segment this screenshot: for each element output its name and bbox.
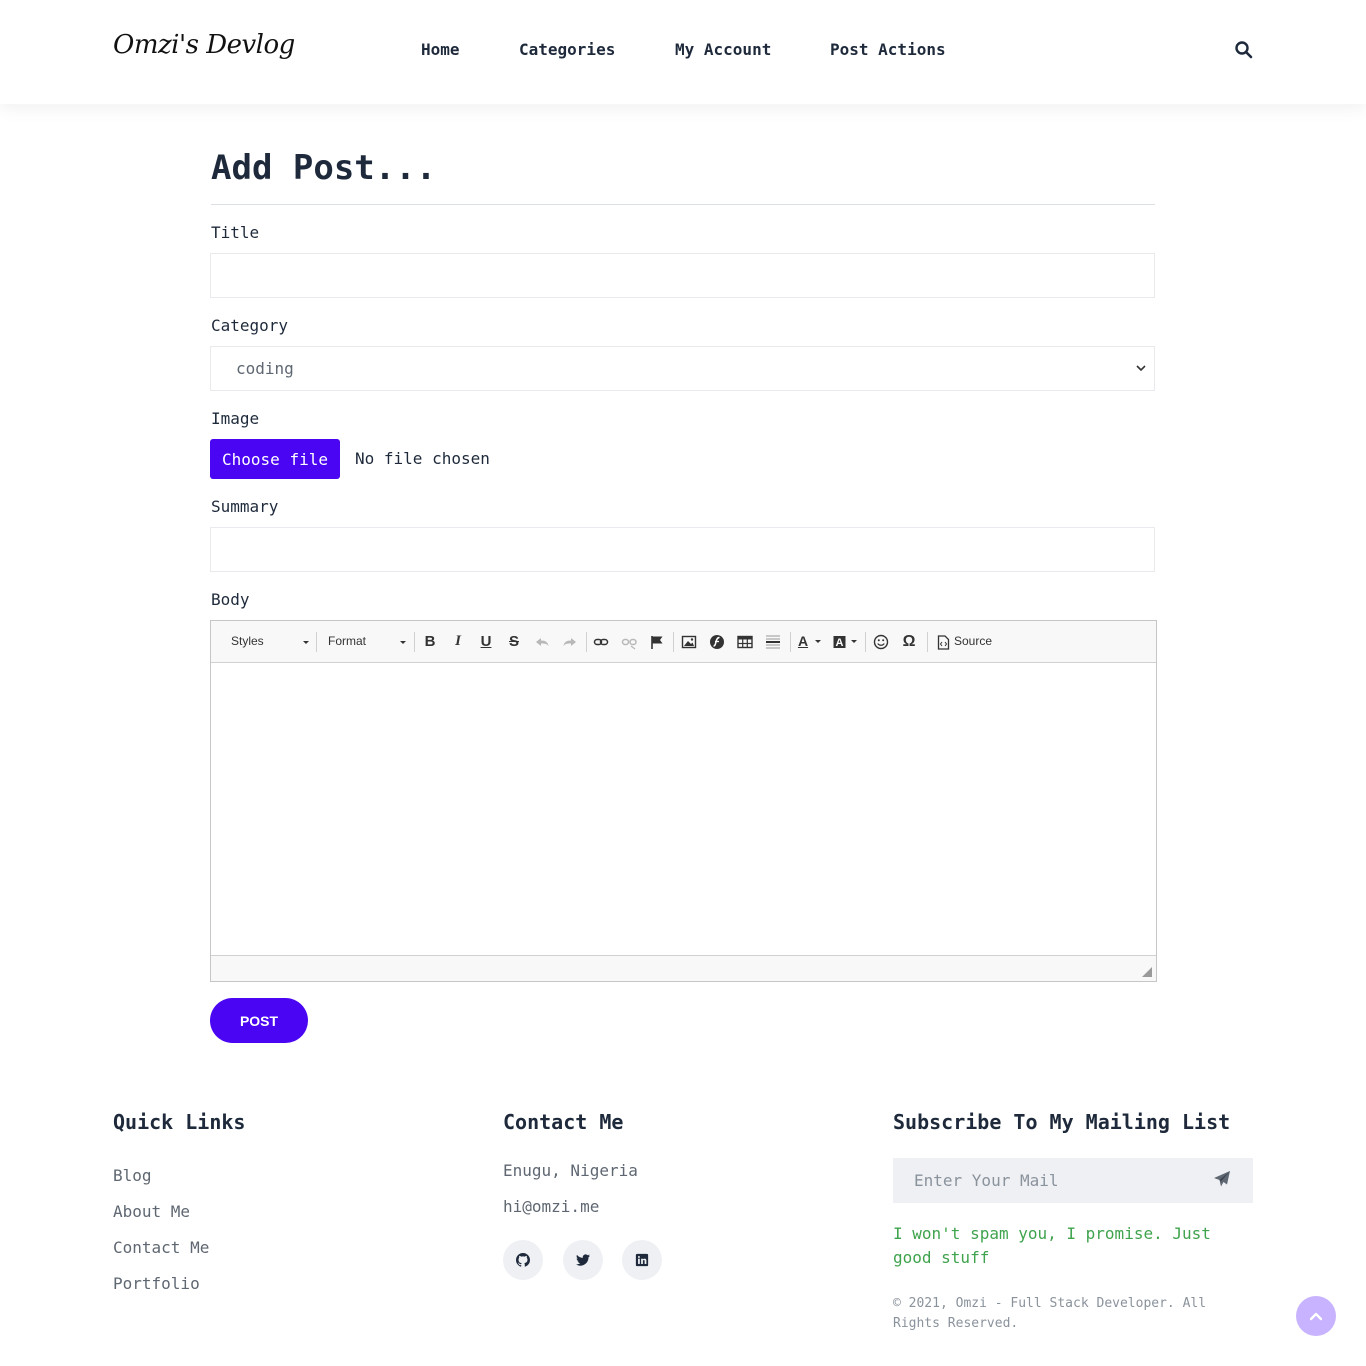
editor-status-bar [211,955,1156,981]
title-label: Title [211,223,260,242]
contact-email[interactable]: hi@omzi.me [503,1197,599,1216]
footer-link-portfolio[interactable]: Portfolio [113,1274,200,1293]
mail-input[interactable] [893,1158,1203,1203]
svg-text:A: A [836,637,844,649]
special-char-omega-icon[interactable]: Ω [897,630,921,654]
toolbar-separator [673,632,674,652]
bold-icon[interactable]: B [418,630,442,654]
caret-down-icon [815,640,821,643]
footer-link-about-me[interactable]: About Me [113,1202,190,1221]
twitter-icon[interactable] [563,1240,603,1280]
format-label: Format [328,634,367,648]
nav-categories[interactable]: Categories [519,40,615,59]
horizontal-rule-icon[interactable] [761,630,785,654]
table-icon[interactable] [733,630,757,654]
smiley-icon[interactable] [869,630,893,654]
contact-location: Enugu, Nigeria [503,1161,638,1180]
footer-link-contact-me[interactable]: Contact Me [113,1238,209,1257]
flash-icon[interactable] [705,630,729,654]
nav-my-account[interactable]: My Account [675,40,771,59]
source-button[interactable]: Source [933,630,995,654]
source-label: Source [954,634,993,648]
summary-label: Summary [211,497,279,516]
subscribe-promise: I won't spam you, I promise. Just good s… [893,1224,1211,1267]
chevron-up-icon [1309,1312,1323,1321]
post-button[interactable]: POST [210,998,308,1043]
anchor-flag-icon[interactable] [645,630,669,654]
background-color-icon[interactable]: A [830,630,862,654]
image-icon[interactable] [677,630,701,654]
resize-handle-icon[interactable] [1142,967,1152,977]
back-to-top-button[interactable] [1296,1296,1336,1336]
format-dropdown[interactable]: Format [318,631,408,653]
italic-icon[interactable]: I [446,630,470,654]
category-selected-value: coding [236,359,294,378]
site-header: Omzi's Devlog Home Categories My Account… [0,0,1366,104]
summary-input[interactable] [210,527,1155,572]
caret-down-icon [303,641,309,644]
styles-dropdown[interactable]: Styles [221,631,311,653]
toolbar-separator [316,632,317,652]
toolbar-separator [927,632,928,652]
redo-icon[interactable] [558,630,582,654]
toolbar-separator [790,632,791,652]
choose-file-button[interactable]: Choose file [210,439,340,479]
chevron-down-icon [1136,365,1146,372]
toolbar-separator [865,632,866,652]
styles-label: Styles [231,634,264,648]
category-label: Category [211,316,289,335]
unlink-icon[interactable] [617,630,641,654]
editor-content-area[interactable] [211,664,1156,955]
paper-plane-icon[interactable] [1213,1170,1237,1192]
file-status: No file chosen [355,449,490,468]
linkedin-icon[interactable] [622,1240,662,1280]
title-input[interactable] [210,253,1155,298]
caret-down-icon [400,641,406,644]
body-label: Body [211,590,250,609]
title-divider [211,204,1155,205]
page-title: Add Post... [211,148,437,188]
search-icon[interactable] [1234,40,1256,62]
footer-link-blog[interactable]: Blog [113,1166,152,1185]
toolbar-separator [414,632,415,652]
editor-toolbar: Styles Format B I U S A A Ω Source [211,621,1156,663]
toolbar-separator [586,632,587,652]
caret-down-icon [851,640,857,643]
text-color-icon[interactable]: A [794,630,826,654]
category-select[interactable]: coding [210,346,1155,391]
link-icon[interactable] [589,630,613,654]
nav-post-actions[interactable]: Post Actions [830,40,946,59]
quick-links-heading: Quick Links [113,1110,246,1134]
image-label: Image [211,409,260,428]
contact-heading: Contact Me [503,1110,624,1134]
source-icon [937,635,950,650]
subscribe-heading: Subscribe To My Mailing List [893,1110,1231,1134]
underline-icon[interactable]: U [474,630,498,654]
subscribe-form [893,1158,1253,1203]
strikethrough-icon[interactable]: S [502,630,526,654]
nav-home[interactable]: Home [421,40,460,59]
rich-text-editor: Styles Format B I U S A A Ω Source [210,620,1157,982]
github-icon[interactable] [503,1240,543,1280]
undo-icon[interactable] [530,630,554,654]
copyright-text: © 2021, Omzi - Full Stack Developer. All… [893,1296,1207,1331]
site-logo[interactable]: Omzi's Devlog [113,30,295,60]
